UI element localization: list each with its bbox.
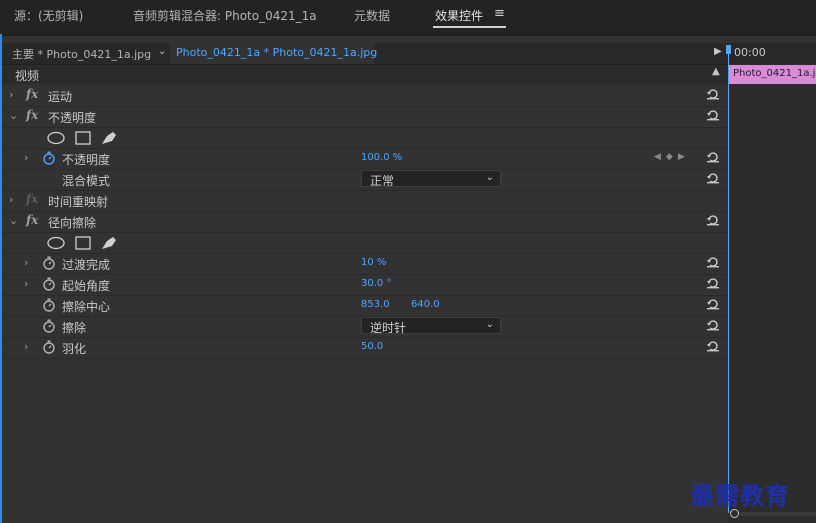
chevron-right-icon[interactable]: › [24,256,28,269]
chevron-down-icon[interactable]: ⌄ [9,109,18,122]
param-value-wipe-center-x[interactable]: 853.0 [361,299,390,310]
playhead-handle[interactable] [726,45,731,54]
param-value-wipe-center-y[interactable]: 640.0 [411,299,440,310]
mask-tools-row [2,232,728,254]
panel-tab-bar: 源：(无剪辑) 音频剪辑混合器: Photo_0421_1a 元数据 效果控件 … [0,0,816,35]
collapse-up-icon[interactable]: ▲ [712,66,720,77]
mask-tools [47,131,116,145]
chevron-right-icon[interactable]: › [9,88,13,101]
timeline-timecode: 00:00 [734,46,766,59]
pen-mask-icon[interactable] [102,237,116,249]
param-row-transition-completion[interactable]: › 过渡完成 10 % [2,253,728,275]
effect-name-time-remapping: 时间重映射 [48,195,109,209]
effect-name-motion: 运动 [48,90,73,104]
video-section-header: 视频 ▲ [2,65,728,84]
reset-icon[interactable] [706,87,720,101]
ellipse-mask-icon[interactable] [47,131,65,145]
reset-icon[interactable] [706,318,720,332]
section-label-video: 视频 [15,69,40,83]
reset-icon[interactable] [706,255,720,269]
chevron-down-icon[interactable]: ⌄ [9,214,18,227]
reset-icon[interactable] [706,171,720,185]
wipe-direction-value: 逆时针 [370,321,407,335]
tab-source[interactable]: 源：(无剪辑) [14,7,83,24]
param-name-blend-mode: 混合模式 [62,174,111,188]
master-clip-label[interactable]: 主要 * Photo_0421_1a.jpg [12,46,151,62]
blend-mode-dropdown[interactable]: 正常 ⌄ [361,170,501,188]
fx-icon[interactable]: fx [26,192,38,206]
param-name-feather: 羽化 [62,342,87,356]
play-triangle-icon[interactable]: ▶ [714,46,722,57]
mask-tools-row [2,127,728,149]
chevron-right-icon[interactable]: › [24,277,28,290]
reset-icon[interactable] [706,108,720,122]
param-value-transition-completion[interactable]: 10 % [361,257,386,268]
timeline-scrollbar[interactable] [740,512,816,516]
chevron-right-icon[interactable]: › [24,340,28,353]
wipe-direction-dropdown[interactable]: 逆时针 ⌄ [361,317,501,335]
effect-row-radial-wipe[interactable]: ⌄ fx 径向擦除 [2,211,728,233]
effect-row-motion[interactable]: › fx 运动 [2,85,728,107]
playhead-line[interactable] [728,48,729,513]
effect-name-opacity: 不透明度 [48,111,97,125]
fx-icon[interactable]: fx [26,87,38,101]
rectangle-mask-icon[interactable] [75,236,91,250]
timeline-clip-label: Photo_0421_1a.j [733,68,816,79]
ellipse-mask-icon[interactable] [47,236,65,250]
tab-metadata[interactable]: 元数据 [354,7,390,24]
param-name-transition-completion: 过渡完成 [62,258,111,272]
reset-icon[interactable] [706,213,720,227]
chevron-down-icon: ⌄ [485,172,494,183]
stopwatch-icon[interactable] [42,298,56,312]
fx-icon[interactable]: fx [26,108,38,122]
blend-mode-value: 正常 [370,174,395,188]
tab-effect-controls[interactable]: 效果控件 [435,7,483,24]
param-row-feather[interactable]: › 羽化 50.0 [2,337,728,359]
mask-tools [47,236,116,250]
effect-row-opacity[interactable]: ⌄ fx 不透明度 [2,106,728,128]
chevron-down-icon[interactable]: ⌄ [158,46,166,57]
param-name-wipe: 擦除 [62,321,87,335]
sequence-clip-tab[interactable]: Photo_0421_1a * Photo_0421_1a.jpg [170,43,378,64]
reset-icon[interactable] [706,150,720,164]
effect-row-time-remapping[interactable]: › fx 时间重映射 [2,190,728,212]
reset-icon[interactable] [706,297,720,311]
stopwatch-icon[interactable] [42,340,56,354]
chevron-down-icon: ⌄ [485,319,494,330]
stopwatch-icon[interactable] [42,151,56,165]
sequence-clip-label: Photo_0421_1a * Photo_0421_1a.jpg [176,46,378,59]
param-value-start-angle[interactable]: 30.0 ° [361,278,391,289]
tab-audio-clip-mixer[interactable]: 音频剪辑混合器: Photo_0421_1a [133,7,317,24]
fx-icon[interactable]: fx [26,213,38,227]
param-name-start-angle: 起始角度 [62,279,111,293]
stopwatch-icon[interactable] [42,256,56,270]
sequence-clip-row: 主要 * Photo_0421_1a.jpg ⌄ Photo_0421_1a *… [2,43,728,65]
hamburger-icon[interactable]: ≡ [494,6,505,21]
param-row-start-angle[interactable]: › 起始角度 30.0 ° [2,274,728,296]
param-value-feather[interactable]: 50.0 [361,341,383,352]
timeline-area[interactable] [728,43,816,523]
param-row-wipe-center[interactable]: 擦除中心 853.0 640.0 [2,295,728,317]
param-value-opacity[interactable]: 100.0 % [361,152,402,163]
param-name-wipe-center: 擦除中心 [62,300,111,314]
active-tab-indicator [433,26,506,28]
watermark-logo: 最需教育 [690,481,790,510]
stopwatch-icon[interactable] [42,277,56,291]
reset-icon[interactable] [706,276,720,290]
pen-mask-icon[interactable] [102,132,116,144]
param-row-blend-mode[interactable]: 混合模式 正常 ⌄ [2,169,728,191]
keyframe-navigator[interactable]: ◀◆▶ [654,152,690,162]
effect-name-radial-wipe: 径向擦除 [48,216,97,230]
param-row-wipe[interactable]: 擦除 逆时针 ⌄ [2,316,728,338]
param-name-opacity: 不透明度 [62,153,111,167]
timeline-clip[interactable]: Photo_0421_1a.j [729,65,816,84]
reset-icon[interactable] [706,339,720,353]
chevron-right-icon[interactable]: › [9,193,13,206]
stopwatch-icon[interactable] [42,319,56,333]
rectangle-mask-icon[interactable] [75,131,91,145]
param-row-opacity[interactable]: › 不透明度 100.0 % ◀◆▶ [2,148,728,170]
chevron-right-icon[interactable]: › [24,151,28,164]
